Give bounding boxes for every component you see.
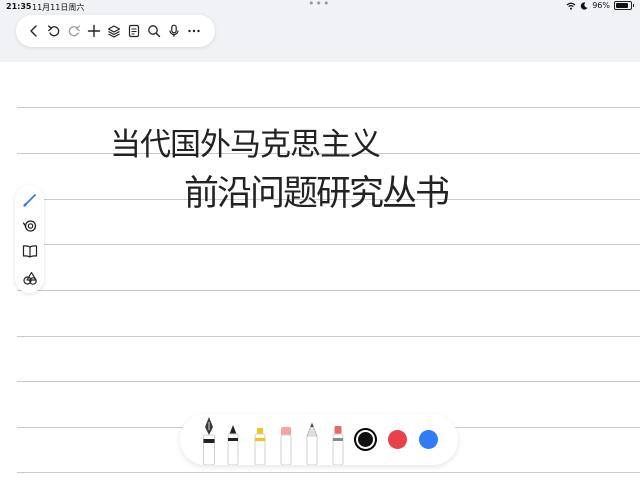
ruled-line: [17, 244, 640, 245]
status-indicators: 96%: [566, 1, 634, 10]
battery-icon: [614, 1, 634, 10]
multitasking-dots-icon[interactable]: •••: [308, 0, 330, 10]
pencil-tool[interactable]: [304, 414, 320, 465]
ruled-line: [17, 107, 640, 108]
book-icon[interactable]: [20, 241, 40, 261]
left-tool-sidebar: [15, 185, 44, 293]
battery-percent: 96%: [592, 1, 610, 10]
handwritten-line: 当代国外马克思主义: [110, 127, 381, 163]
status-bar: 21:35 11月11日周六 ••• 96%: [0, 0, 640, 14]
fountain-pen-tool[interactable]: [200, 414, 218, 465]
color-swatch-red[interactable]: [388, 430, 407, 449]
page-icon[interactable]: [124, 19, 144, 43]
ruled-line: [17, 290, 640, 291]
microphone-icon[interactable]: [164, 19, 184, 43]
status-time: 21:35: [6, 2, 32, 11]
more-icon[interactable]: [184, 19, 204, 43]
status-date: 11月11日周六: [32, 3, 85, 12]
ruled-line: [17, 381, 640, 382]
top-toolbar: [16, 15, 215, 47]
eraser-tool[interactable]: [278, 414, 294, 465]
undo-icon[interactable]: [44, 19, 64, 43]
search-icon[interactable]: [144, 19, 164, 43]
wifi-icon: [566, 2, 576, 10]
ruled-line: [17, 336, 640, 337]
pen-icon[interactable]: [20, 190, 40, 210]
back-icon[interactable]: [24, 19, 44, 43]
moon-icon: [580, 1, 588, 10]
highlighter-tool[interactable]: [252, 414, 268, 465]
handwritten-line: 前沿问题研究丛书: [184, 174, 450, 214]
redo-icon[interactable]: [64, 19, 84, 43]
color-swatch-blue[interactable]: [419, 430, 438, 449]
color-swatch-black[interactable]: [358, 432, 373, 447]
add-icon[interactable]: [84, 19, 104, 43]
ruled-line: [17, 472, 640, 473]
lasso-icon[interactable]: [20, 216, 40, 236]
shapes-icon[interactable]: [20, 268, 40, 288]
battery-fill: [616, 3, 628, 8]
marker-tool[interactable]: [330, 414, 346, 465]
pen-palette: [180, 414, 458, 465]
ballpoint-pen-tool[interactable]: [225, 414, 241, 465]
layers-icon[interactable]: [104, 19, 124, 43]
